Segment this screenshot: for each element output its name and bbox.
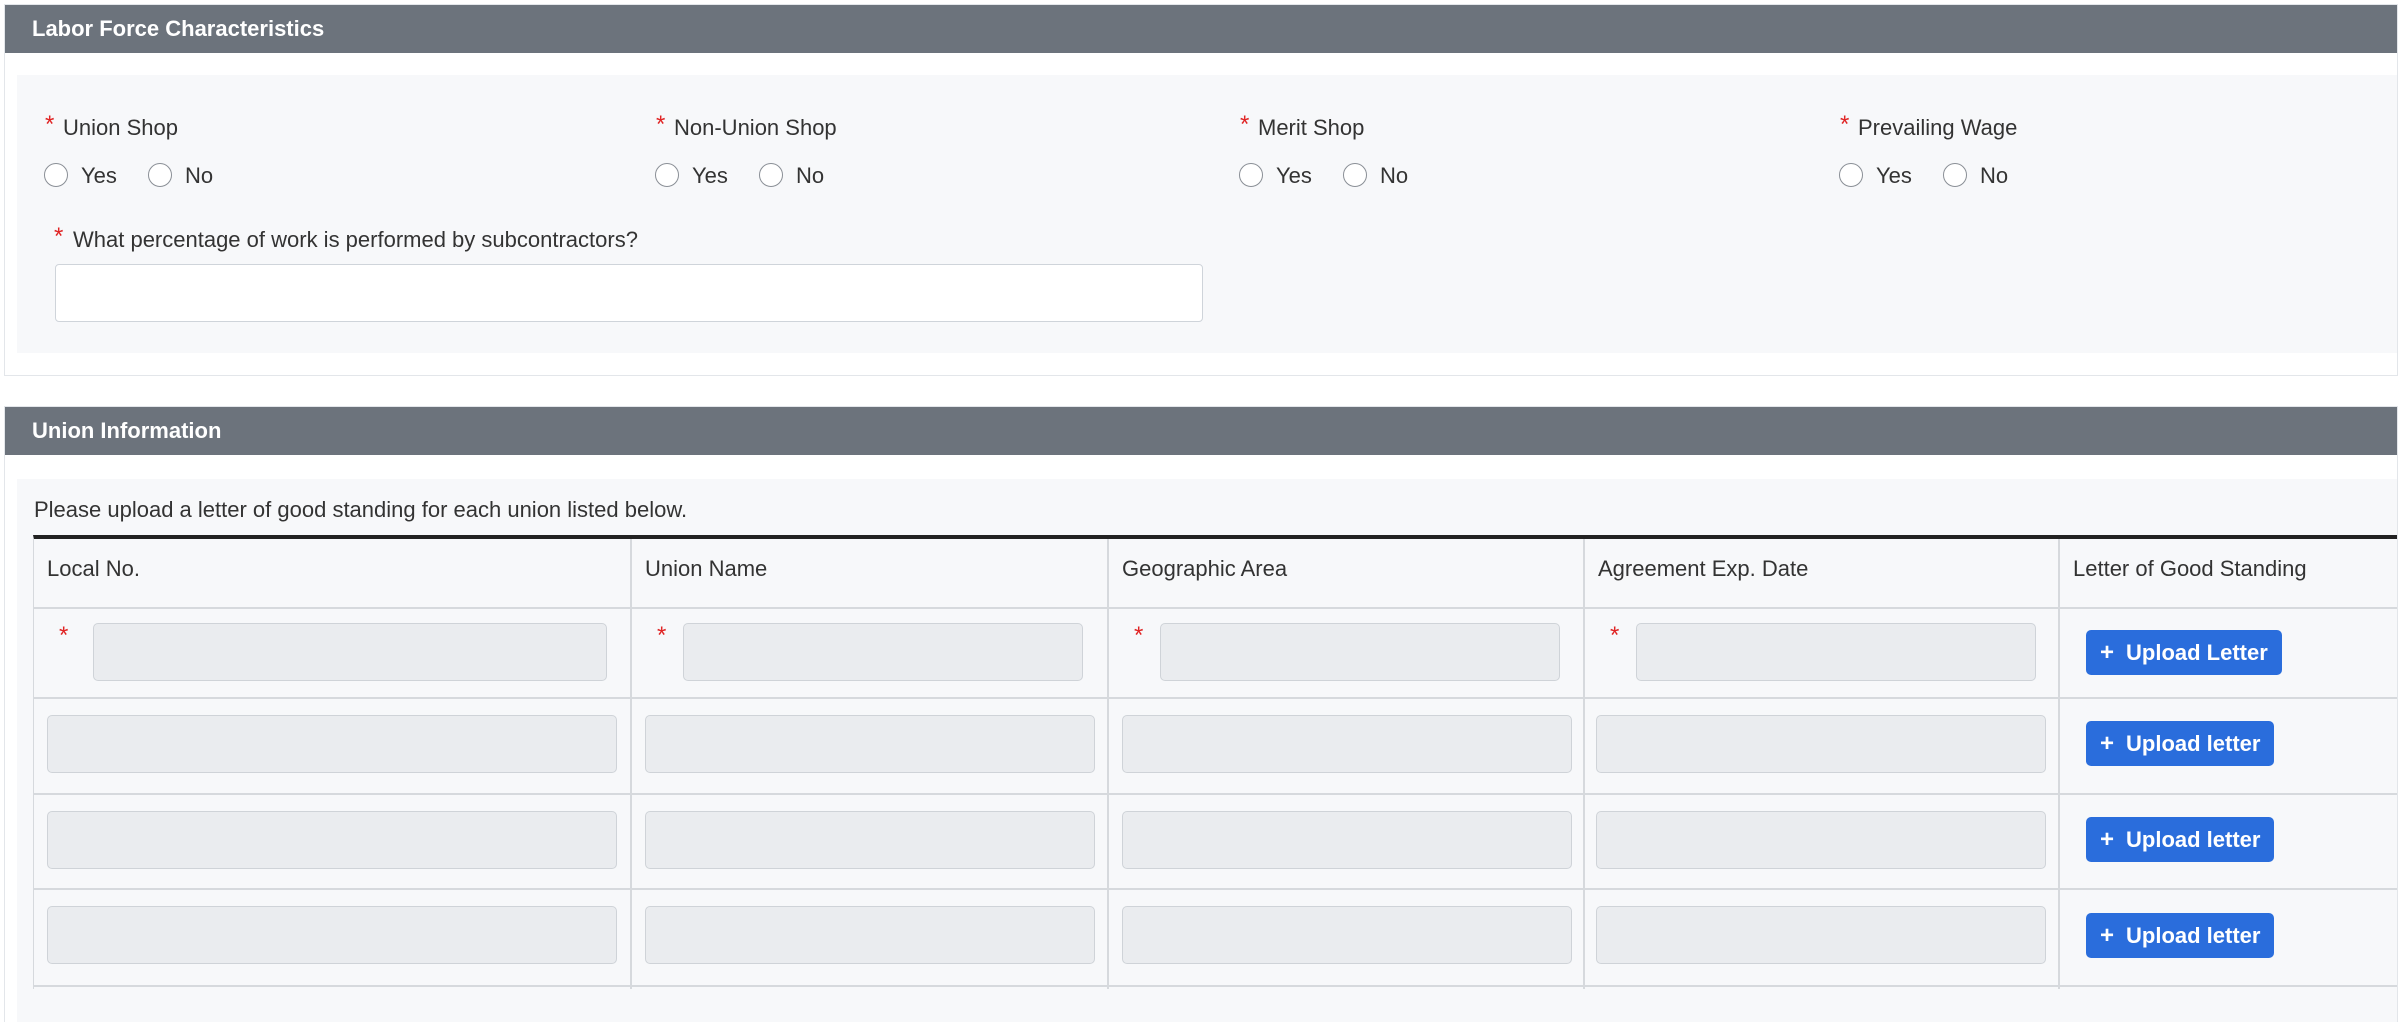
subcontractor-percentage-label: What percentage of work is performed by … bbox=[73, 227, 638, 252]
column-divider bbox=[630, 539, 632, 989]
union-name-input[interactable] bbox=[645, 715, 1095, 773]
union-shop-no-radio[interactable] bbox=[148, 163, 172, 187]
panel-title: Union Information bbox=[5, 407, 2397, 455]
plus-icon: + bbox=[2100, 638, 2115, 666]
upload-letter-button[interactable]: + Upload letter bbox=[2086, 913, 2275, 958]
plus-icon: + bbox=[2100, 825, 2115, 853]
required-mark: * bbox=[59, 622, 69, 649]
merit-shop-yes-radio[interactable] bbox=[1239, 163, 1263, 187]
prevailing-wage-yes-radio[interactable] bbox=[1839, 163, 1863, 187]
union-shop-label: Union Shop bbox=[63, 115, 178, 140]
column-header-letter-of-good-standing: Letter of Good Standing bbox=[2073, 556, 2307, 581]
required-mark: * bbox=[656, 111, 666, 138]
radio-label-no: No bbox=[796, 163, 825, 188]
geographic-area-input[interactable] bbox=[1122, 715, 1572, 773]
upload-letter-label: Upload letter bbox=[2126, 730, 2261, 756]
agreement-exp-date-input[interactable] bbox=[1596, 811, 2046, 869]
geographic-area-input[interactable] bbox=[1122, 811, 1572, 869]
radio-label-yes: Yes bbox=[1276, 163, 1312, 188]
plus-icon: + bbox=[2100, 729, 2115, 757]
upload-letter-button[interactable]: + Upload letter bbox=[2086, 721, 2275, 766]
radio-label-no: No bbox=[1980, 163, 2009, 188]
column-divider bbox=[1107, 539, 1109, 989]
agreement-exp-date-input[interactable] bbox=[1636, 623, 2036, 681]
union-name-input[interactable] bbox=[645, 906, 1095, 964]
prevailing-wage-no-radio[interactable] bbox=[1943, 163, 1967, 187]
labor-force-panel: Labor Force Characteristics * Union Shop… bbox=[4, 4, 2398, 376]
agreement-exp-date-input[interactable] bbox=[1596, 906, 2046, 964]
upload-letter-button[interactable]: + Upload letter bbox=[2086, 817, 2275, 862]
union-name-input[interactable] bbox=[645, 811, 1095, 869]
prevailing-wage-label: Prevailing Wage bbox=[1858, 115, 2018, 140]
upload-letter-label: Upload Letter bbox=[2126, 639, 2268, 665]
radio-label-yes: Yes bbox=[692, 163, 728, 188]
non-union-shop-yes-radio[interactable] bbox=[655, 163, 679, 187]
table-divider bbox=[34, 888, 2397, 890]
required-mark: * bbox=[45, 111, 55, 138]
union-information-panel: Union Information Please upload a letter… bbox=[4, 406, 2398, 1022]
table-divider bbox=[34, 697, 2397, 699]
required-mark: * bbox=[1610, 622, 1620, 649]
local-no-input[interactable] bbox=[47, 811, 617, 869]
radio-label-yes: Yes bbox=[1876, 163, 1912, 188]
subcontractor-percentage-input[interactable] bbox=[55, 264, 1203, 322]
panel-title: Labor Force Characteristics bbox=[5, 5, 2397, 53]
plus-icon: + bbox=[2100, 921, 2115, 949]
radio-label-no: No bbox=[185, 163, 214, 188]
union-shop-yes-radio[interactable] bbox=[44, 163, 68, 187]
radio-label-no: No bbox=[1380, 163, 1409, 188]
upload-letter-label: Upload letter bbox=[2126, 922, 2261, 948]
merit-shop-no-radio[interactable] bbox=[1343, 163, 1367, 187]
required-mark: * bbox=[657, 622, 667, 649]
upload-letter-label: Upload letter bbox=[2126, 826, 2261, 852]
column-divider bbox=[2058, 539, 2060, 989]
required-mark: * bbox=[1134, 622, 1144, 649]
local-no-input[interactable] bbox=[47, 715, 617, 773]
upload-instruction: Please upload a letter of good standing … bbox=[34, 497, 688, 522]
column-header-geographic-area: Geographic Area bbox=[1122, 556, 1288, 581]
local-no-input[interactable] bbox=[47, 906, 617, 964]
table-divider bbox=[34, 607, 2397, 609]
required-mark: * bbox=[1240, 111, 1250, 138]
union-form-body: Please upload a letter of good standing … bbox=[17, 479, 2397, 1022]
non-union-shop-label: Non-Union Shop bbox=[674, 115, 837, 140]
geographic-area-input[interactable] bbox=[1122, 906, 1572, 964]
column-header-local-no: Local No. bbox=[47, 556, 140, 581]
required-mark: * bbox=[1840, 111, 1850, 138]
agreement-exp-date-input[interactable] bbox=[1596, 715, 2046, 773]
non-union-shop-no-radio[interactable] bbox=[759, 163, 783, 187]
column-divider bbox=[1583, 539, 1585, 989]
merit-shop-label: Merit Shop bbox=[1258, 115, 1365, 140]
column-header-union-name: Union Name bbox=[645, 556, 768, 581]
labor-form-body: * Union Shop Yes No * Non-Union Shop Yes… bbox=[17, 75, 2397, 353]
radio-label-yes: Yes bbox=[81, 163, 117, 188]
local-no-input[interactable] bbox=[93, 623, 607, 681]
table-divider bbox=[34, 985, 2397, 987]
geographic-area-input[interactable] bbox=[1160, 623, 1560, 681]
required-mark: * bbox=[54, 223, 64, 250]
union-table: Local No. Union Name Geographic Area Agr… bbox=[33, 535, 2397, 989]
upload-letter-button[interactable]: + Upload Letter bbox=[2086, 630, 2282, 675]
column-header-agreement-exp-date: Agreement Exp. Date bbox=[1598, 556, 1809, 581]
table-divider bbox=[34, 793, 2397, 795]
union-name-input[interactable] bbox=[683, 623, 1083, 681]
